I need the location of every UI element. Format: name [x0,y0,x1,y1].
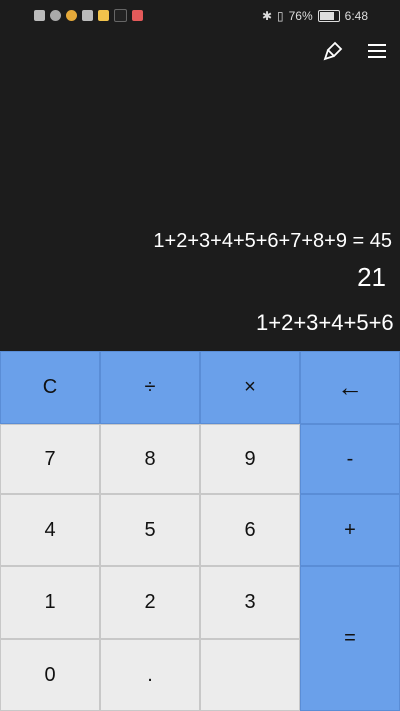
app-notification-icon [66,10,77,21]
plus-button[interactable]: + [300,494,400,566]
battery-percent: 76% [288,9,313,23]
preview-result: 21 [357,262,386,292]
seven-button[interactable]: 7 [0,424,100,494]
battery-icon [317,10,340,22]
clock: 6:48 [344,9,368,23]
four-button[interactable]: 4 [0,494,100,566]
one-button[interactable]: 1 [0,566,100,639]
notification-icons [34,9,143,22]
empty-key [200,639,300,711]
input-expression[interactable]: 1+2+3+4+5+6 [256,310,400,336]
divide-button[interactable]: ÷ [100,351,200,424]
equals-button[interactable]: = [300,566,400,711]
backspace-button[interactable]: ← [300,351,400,424]
tiktok-icon [114,9,127,22]
zero-button[interactable]: 0 [0,639,100,711]
minus-button[interactable]: - [300,424,400,494]
notes-app-icon [98,10,109,21]
history-expression: 1+2+3+4+5+6+7+8+9 = 45 [153,230,392,252]
vibrate-icon: ▯ [277,9,284,23]
app-red-icon [132,10,143,21]
system-status: ✱ ▯ 76% 6:48 [262,9,368,23]
wifi-icon [50,10,61,21]
clear-button[interactable]: C [0,351,100,424]
sim-icon [34,10,45,21]
status-bar: ✱ ▯ 76% 6:48 [0,0,400,34]
eight-button[interactable]: 8 [100,424,200,494]
top-actions [320,38,390,64]
clear-history-brush-icon[interactable] [320,38,346,64]
calculator-display: 1+2+3+4+5+6+7+8+9 = 45 21 1+2+3+4+5+6 [0,80,400,350]
three-button[interactable]: 3 [200,566,300,639]
multiply-button[interactable]: × [200,351,300,424]
six-button[interactable]: 6 [200,494,300,566]
nine-button[interactable]: 9 [200,424,300,494]
two-button[interactable]: 2 [100,566,200,639]
usb-icon [82,10,93,21]
menu-icon[interactable] [364,38,390,64]
bluetooth-icon: ✱ [261,9,272,23]
five-button[interactable]: 5 [100,494,200,566]
keypad: C ÷ × ← 7 8 9 - 4 5 6 + 1 2 3 = 0 . [0,351,400,711]
decimal-button[interactable]: . [100,639,200,711]
